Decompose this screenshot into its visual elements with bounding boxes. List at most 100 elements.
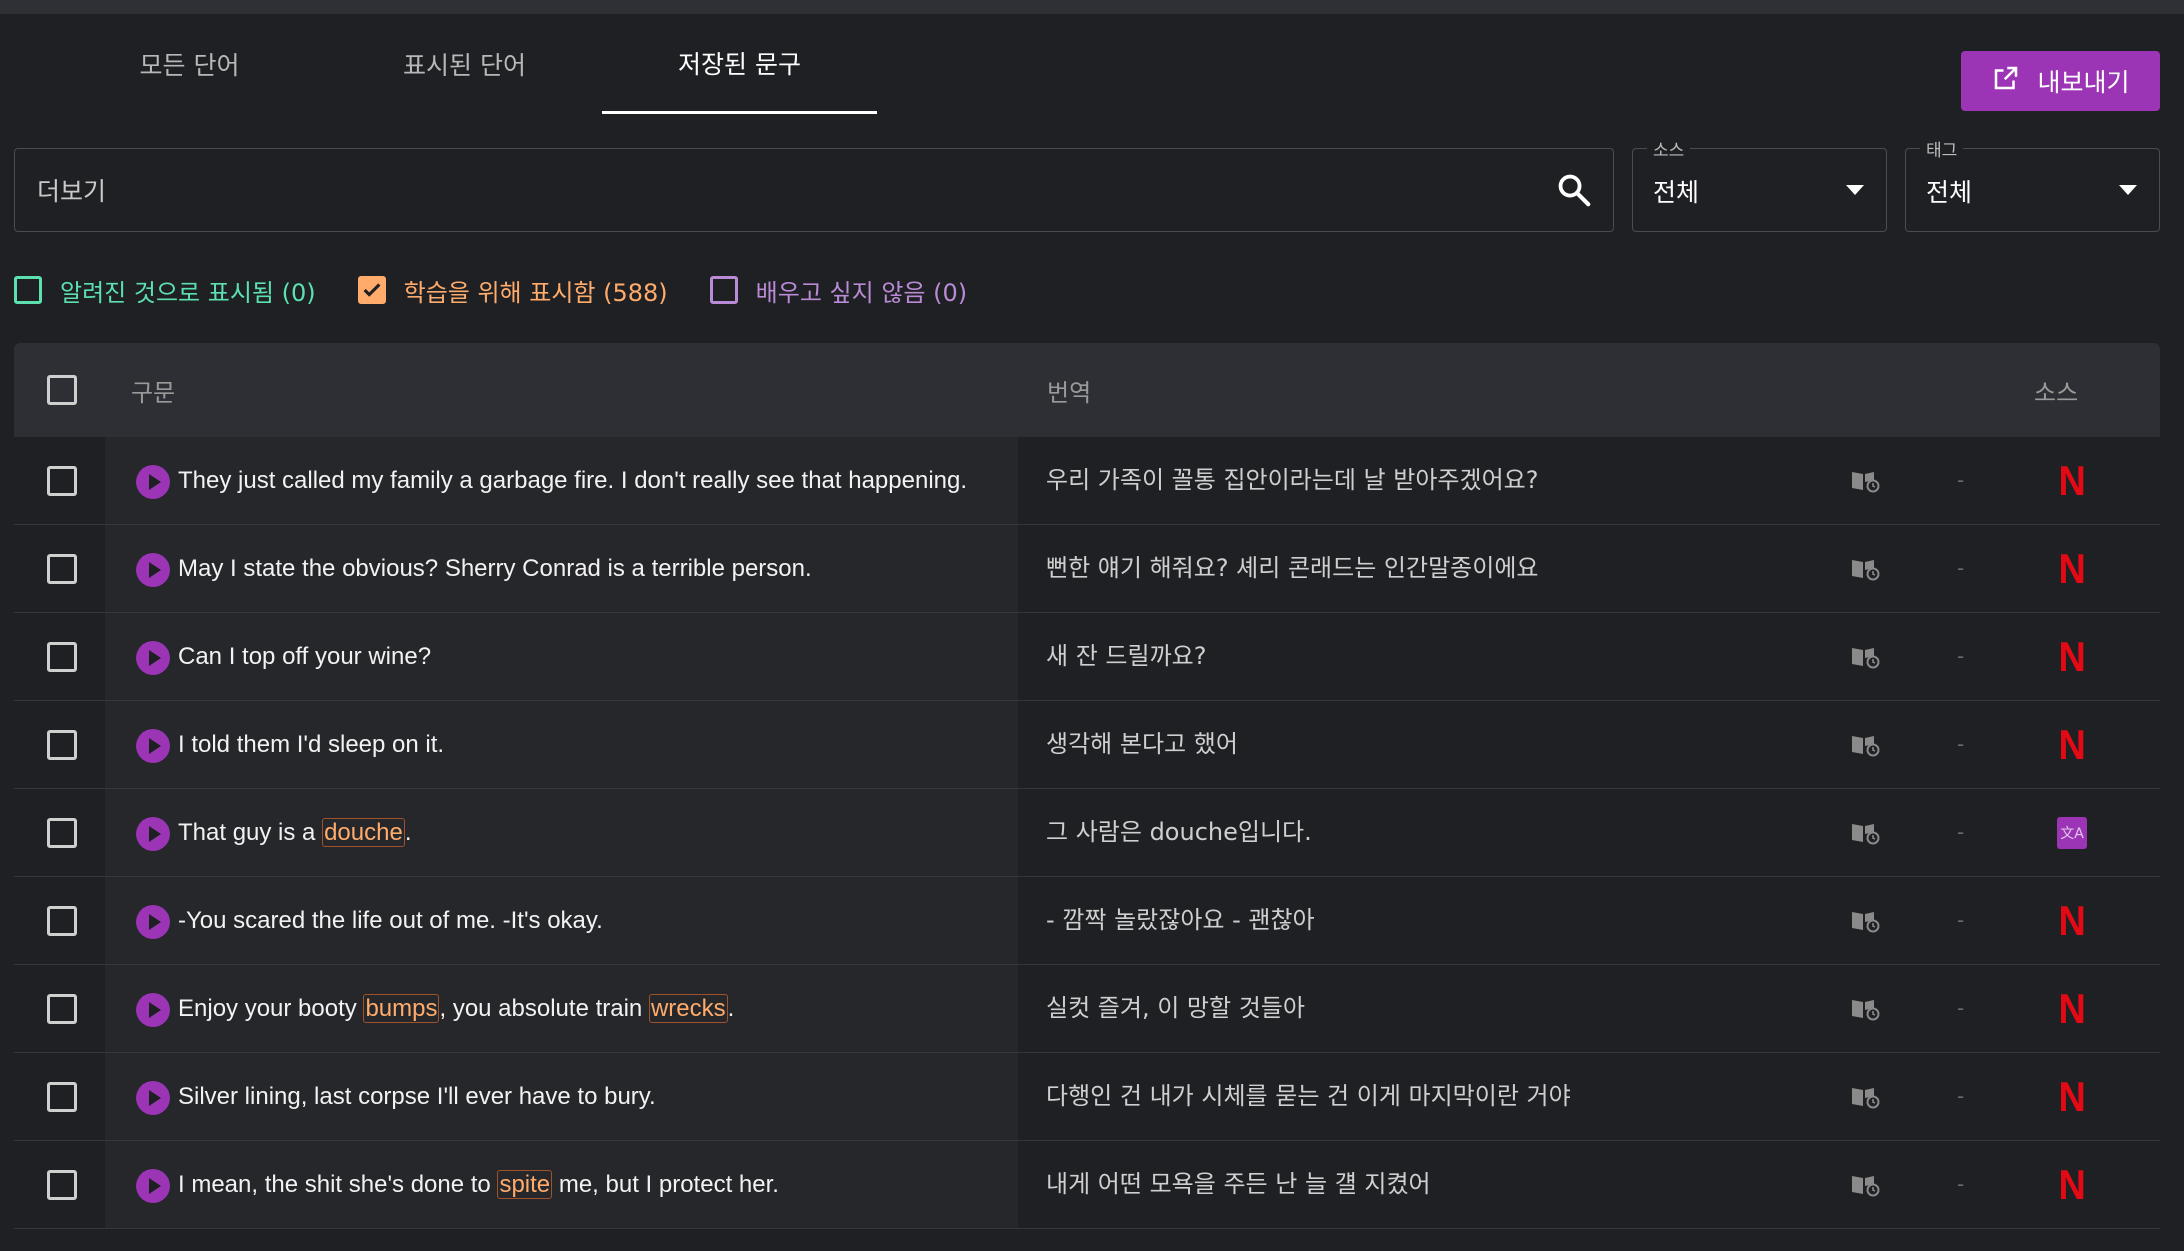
- tag-value: -: [1957, 1172, 1965, 1196]
- phrase-text: I mean, the shit she's done to spite me,…: [178, 1141, 779, 1228]
- column-header-phrase: 구문: [131, 379, 176, 407]
- phrase-segment: Can I top off your wine?: [178, 643, 432, 670]
- tag-value: -: [1957, 820, 1965, 844]
- table-header: 구문 번역 소스: [14, 343, 2160, 437]
- highlighted-word[interactable]: wrecks: [648, 994, 728, 1023]
- book-clock-icon[interactable]: [1850, 556, 1880, 582]
- tag-value: -: [1957, 1084, 1965, 1108]
- book-clock-icon[interactable]: [1850, 996, 1880, 1022]
- filter-ignored-label: 배우고 싶지 않음 (0): [755, 278, 968, 307]
- filter-ignored-checkbox[interactable]: [709, 276, 738, 304]
- phrase-segment: May I state the obvious? Sherry Conrad i…: [178, 555, 812, 582]
- netflix-glyph: N: [2058, 457, 2086, 504]
- play-audio-icon[interactable]: [136, 1169, 170, 1203]
- book-clock-icon[interactable]: [1850, 468, 1880, 494]
- netflix-glyph: N: [2058, 545, 2086, 592]
- table-row[interactable]: That guy is a douche. 그 사람은 douche입니다. - 文A: [14, 789, 2160, 877]
- table-row[interactable]: Silver lining, last corpse I'll ever hav…: [14, 1053, 2160, 1141]
- phrase-segment: .: [727, 995, 735, 1022]
- tag-value: -: [1957, 732, 1965, 756]
- phrases-table: 구문 번역 소스 They just called my family a ga…: [14, 343, 2160, 1229]
- highlighted-word[interactable]: douche: [322, 818, 405, 847]
- filter-known-checkbox[interactable]: [14, 276, 42, 304]
- dropdown-arrow-icon: [2119, 185, 2137, 195]
- book-clock-icon[interactable]: [1850, 1172, 1880, 1198]
- highlighted-word[interactable]: bumps: [363, 994, 440, 1023]
- table-row[interactable]: -You scared the life out of me. -It's ok…: [14, 877, 2160, 965]
- filter-known[interactable]: 알려진 것으로 표시됨 (0): [14, 273, 316, 308]
- row-checkbox[interactable]: [47, 466, 77, 496]
- book-clock-icon[interactable]: [1850, 1084, 1880, 1110]
- export-label: 내보내기: [2037, 68, 2130, 97]
- highlighted-word[interactable]: spite: [497, 1170, 553, 1199]
- source-select-label: 소스: [1647, 136, 1691, 161]
- phrase-text: May I state the obvious? Sherry Conrad i…: [178, 525, 812, 612]
- filter-learning[interactable]: 학습을 위해 표시함 (588): [357, 273, 668, 308]
- select-all-checkbox[interactable]: [47, 375, 77, 405]
- netflix-glyph: N: [2058, 1161, 2086, 1208]
- filter-learning-checkbox[interactable]: [357, 276, 386, 304]
- row-checkbox[interactable]: [47, 906, 77, 936]
- translation-text: 생각해 본다고 했어: [1046, 730, 1238, 758]
- row-checkbox[interactable]: [47, 554, 77, 584]
- row-checkbox[interactable]: [47, 818, 77, 848]
- source-select[interactable]: 소스 전체: [1632, 136, 1887, 232]
- phrase-text: Can I top off your wine?: [178, 613, 431, 700]
- table-row[interactable]: They just called my family a garbage fir…: [14, 437, 2160, 525]
- tag-value: -: [1957, 996, 1965, 1020]
- netflix-icon: N: [2052, 723, 2092, 767]
- book-clock-icon[interactable]: [1850, 732, 1880, 758]
- table-body: They just called my family a garbage fir…: [14, 437, 2160, 1229]
- play-audio-icon[interactable]: [136, 1081, 170, 1115]
- search-input[interactable]: [35, 149, 1539, 233]
- search-box: [14, 148, 1614, 233]
- top-bar: [0, 0, 2184, 14]
- phrase-text: That guy is a douche.: [178, 789, 412, 876]
- filter-ignored[interactable]: 배우고 싶지 않음 (0): [709, 273, 968, 308]
- table-row[interactable]: I told them I'd sleep on it. 생각해 본다고 했어 - N: [14, 701, 2160, 789]
- play-audio-icon[interactable]: [136, 641, 170, 675]
- book-clock-icon[interactable]: [1850, 908, 1880, 934]
- translation-text: 그 사람은 douche입니다.: [1046, 818, 1312, 846]
- netflix-icon: N: [2052, 547, 2092, 591]
- book-clock-icon[interactable]: [1850, 820, 1880, 846]
- phrase-segment: I told them I'd sleep on it.: [178, 731, 445, 758]
- phrase-text: -You scared the life out of me. -It's ok…: [178, 877, 603, 964]
- play-audio-icon[interactable]: [136, 993, 170, 1027]
- netflix-glyph: N: [2058, 985, 2086, 1032]
- row-checkbox[interactable]: [47, 1082, 77, 1112]
- phrase-segment: -You scared the life out of me. -It's ok…: [178, 907, 603, 934]
- export-icon: [1991, 63, 2021, 99]
- phrase-segment: Silver lining, last corpse I'll ever hav…: [178, 1083, 656, 1110]
- translation-text: 새 잔 드릴까요?: [1046, 642, 1207, 670]
- row-checkbox[interactable]: [47, 994, 77, 1024]
- search-icon[interactable]: [1555, 171, 1593, 209]
- play-audio-icon[interactable]: [136, 729, 170, 763]
- phrase-segment: They just called my family a garbage fir…: [178, 467, 968, 494]
- table-row[interactable]: Enjoy your booty bumps, you absolute tra…: [14, 965, 2160, 1053]
- phrase-text: Silver lining, last corpse I'll ever hav…: [178, 1053, 656, 1140]
- table-row[interactable]: May I state the obvious? Sherry Conrad i…: [14, 525, 2160, 613]
- tab-marked-words[interactable]: 표시된 단어: [327, 14, 602, 114]
- tab-all-words[interactable]: 모든 단어: [52, 14, 327, 114]
- row-checkbox[interactable]: [47, 730, 77, 760]
- play-audio-icon[interactable]: [136, 553, 170, 587]
- tab-saved-phrases[interactable]: 저장된 문구: [602, 14, 877, 114]
- phrase-segment: , you absolute train: [439, 995, 649, 1022]
- tag-select[interactable]: 태그 전체: [1905, 136, 2160, 232]
- row-checkbox[interactable]: [47, 1170, 77, 1200]
- play-audio-icon[interactable]: [136, 905, 170, 939]
- row-checkbox[interactable]: [47, 642, 77, 672]
- play-audio-icon[interactable]: [136, 817, 170, 851]
- book-clock-icon[interactable]: [1850, 644, 1880, 670]
- netflix-glyph: N: [2058, 721, 2086, 768]
- phrase-segment: Enjoy your booty: [178, 995, 364, 1022]
- table-row[interactable]: Can I top off your wine? 새 잔 드릴까요? - N: [14, 613, 2160, 701]
- netflix-icon: N: [2052, 1163, 2092, 1207]
- table-row[interactable]: I mean, the shit she's done to spite me,…: [14, 1141, 2160, 1229]
- netflix-glyph: N: [2058, 1073, 2086, 1120]
- netflix-icon: N: [2052, 459, 2092, 503]
- play-audio-icon[interactable]: [136, 465, 170, 499]
- translation-text: 우리 가족이 꼴통 집안이라는데 날 받아주겠어요?: [1046, 466, 1539, 494]
- export-button[interactable]: 내보내기: [1961, 51, 2160, 111]
